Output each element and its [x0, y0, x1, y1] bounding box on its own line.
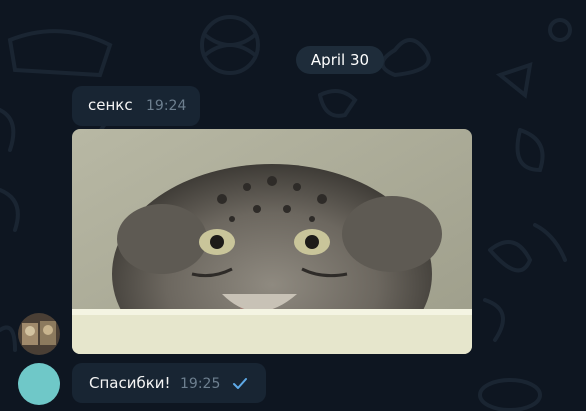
- message-bubble-outgoing[interactable]: Спасибки! 19:25: [72, 363, 266, 403]
- avatar[interactable]: [18, 363, 60, 405]
- message-time: 19:24: [146, 98, 187, 114]
- avatar-image: [18, 313, 60, 355]
- message-text: сенкс: [88, 96, 133, 114]
- avatar-circle: [18, 363, 60, 405]
- cat-photo-image: [72, 129, 472, 354]
- message-time: 19:25: [180, 376, 221, 392]
- cat-photo[interactable]: [72, 129, 472, 354]
- message-text: Спасибки!: [89, 374, 171, 392]
- date-separator: April 30: [296, 46, 384, 74]
- avatar[interactable]: [18, 313, 60, 355]
- message-bubble-incoming[interactable]: сенкс 19:24: [72, 86, 200, 126]
- check-icon: [233, 378, 247, 389]
